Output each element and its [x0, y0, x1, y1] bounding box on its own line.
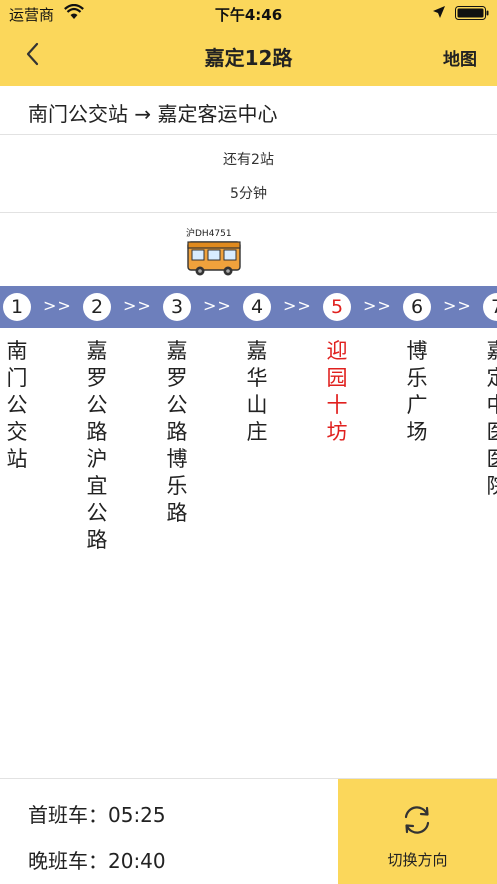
first-bus-time: 首班车：05:25 [28, 803, 166, 827]
chevron-arrows: >> [43, 296, 72, 315]
footer: 首班车：05:25 晚班车：20:40 切换方向 [0, 778, 497, 884]
station-number[interactable]: 2 [83, 293, 111, 321]
page-title: 嘉定12路 [204, 46, 293, 70]
station-strip: 1 >> 2 >> 3 >> 4 >> 5 >> 6 >> 7 [0, 286, 497, 328]
bus-marker: 沪DH4751 [186, 226, 242, 278]
station-number[interactable]: 4 [243, 293, 271, 321]
status-bar: 运营商 下午4:46 [0, 0, 497, 26]
battery-icon [455, 6, 489, 20]
nav-bar: 嘉定12路 地图 [0, 26, 497, 86]
route-text: 南门公交站 → 嘉定客运中心 [28, 102, 278, 126]
chevron-arrows: >> [203, 296, 232, 315]
header: 运营商 下午4:46 嘉定12路 地图 [0, 0, 497, 86]
location-arrow-icon [433, 6, 445, 18]
bus-icon [187, 241, 241, 276]
station-name[interactable]: 嘉定中医医院 [484, 338, 497, 500]
arrival-info: 还有2站 5分钟 [0, 135, 497, 213]
station-name[interactable]: 迎园十坊 [324, 338, 350, 446]
refresh-icon [404, 806, 430, 834]
stops-remaining: 还有2站 [223, 152, 274, 168]
last-bus-time: 晚班车：20:40 [28, 849, 166, 873]
station-number[interactable]: 7 [483, 293, 497, 321]
station-number[interactable]: 5 [323, 293, 351, 321]
chevron-arrows: >> [443, 296, 472, 315]
station-name[interactable]: 博乐广场 [404, 338, 430, 446]
chevron-arrows: >> [363, 296, 392, 315]
arrival-minutes: 5分钟 [230, 186, 267, 202]
switch-direction-label: 切换方向 [387, 851, 448, 869]
chevron-arrows: >> [283, 296, 312, 315]
station-number[interactable]: 1 [3, 293, 31, 321]
route-direction: 南门公交站 → 嘉定客运中心 [0, 86, 497, 135]
station-name[interactable]: 嘉罗公路博乐路 [164, 338, 190, 527]
chevron-arrows: >> [123, 296, 152, 315]
station-number[interactable]: 6 [403, 293, 431, 321]
station-name[interactable]: 嘉罗公路沪宜公路 [84, 338, 110, 554]
status-time: 下午4:46 [214, 6, 283, 24]
station-name[interactable]: 南门公交站 [4, 338, 30, 473]
switch-direction-button[interactable]: 切换方向 [338, 779, 497, 884]
station-name[interactable]: 嘉华山庄 [244, 338, 270, 446]
map-button[interactable]: 地图 [443, 45, 477, 70]
station-number[interactable]: 3 [163, 293, 191, 321]
